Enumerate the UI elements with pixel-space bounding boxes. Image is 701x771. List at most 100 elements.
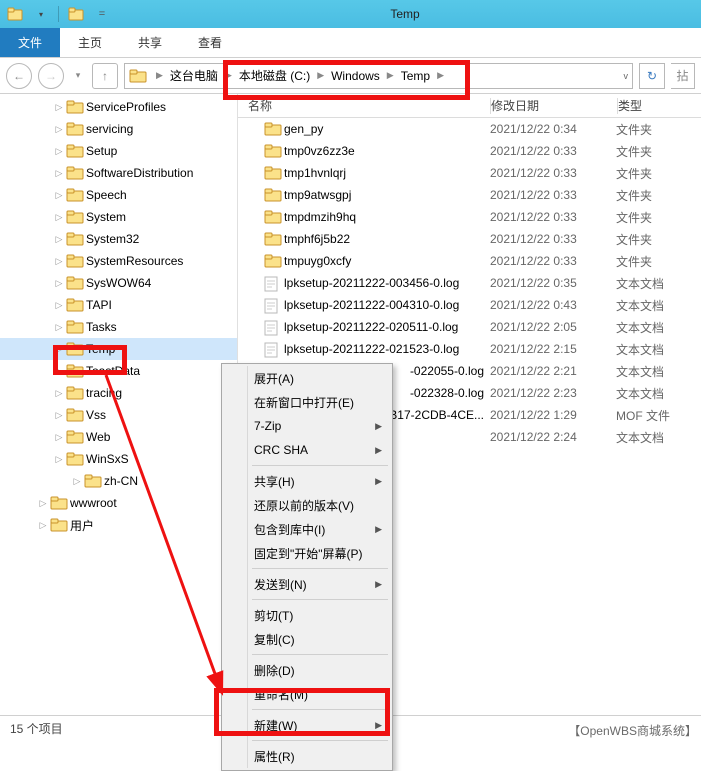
file-row[interactable]: tmp1hvnlqrj2021/12/22 0:33文件夹 (238, 162, 701, 184)
tree-item[interactable]: ▷用户 (0, 514, 237, 536)
expand-arrow-icon[interactable]: ▷ (52, 102, 66, 113)
file-row[interactable]: tmpdmzih9hq2021/12/22 0:33文件夹 (238, 206, 701, 228)
tree-item[interactable]: ▷Tasks (0, 316, 237, 338)
column-header-type[interactable]: 类型 (618, 97, 701, 114)
context-menu-item[interactable]: 发送到(N)▶ (224, 572, 390, 596)
search-input[interactable]: 拈 (671, 63, 695, 89)
tree-item[interactable]: ▷SoftwareDistribution (0, 162, 237, 184)
expand-arrow-icon[interactable]: ▷ (52, 454, 66, 465)
column-header-modified[interactable]: 修改日期 (491, 97, 617, 114)
tree-item[interactable]: ▷System32 (0, 228, 237, 250)
qat-dropdown-icon[interactable]: ▾ (30, 4, 52, 24)
file-row[interactable]: tmpuyg0xcfy2021/12/22 0:33文件夹 (238, 250, 701, 272)
expand-arrow-icon[interactable]: ▷ (52, 168, 66, 179)
context-menu-label: 在新窗口中打开(E) (254, 394, 354, 411)
tree-item[interactable]: ▷TAPI (0, 294, 237, 316)
nav-back-button[interactable]: ← (6, 63, 32, 89)
qat-customize-icon[interactable]: = (91, 4, 113, 24)
file-row[interactable]: lpksetup-20211222-003456-0.log2021/12/22… (238, 272, 701, 294)
context-menu-item[interactable]: 固定到"开始"屏幕(P) (224, 541, 390, 565)
context-menu-item[interactable]: 还原以前的版本(V) (224, 493, 390, 517)
tab-file[interactable]: 文件 (0, 28, 60, 57)
tab-view[interactable]: 查看 (180, 28, 240, 57)
context-menu-item[interactable]: CRC SHA▶ (224, 438, 390, 462)
expand-arrow-icon[interactable]: ▷ (36, 498, 50, 509)
tree-item[interactable]: ▷Vss (0, 404, 237, 426)
tree-item-label: Web (86, 430, 110, 444)
file-row[interactable]: lpksetup-20211222-004310-0.log2021/12/22… (238, 294, 701, 316)
expand-arrow-icon[interactable]: ▷ (52, 190, 66, 201)
tree-item[interactable]: ▷System (0, 206, 237, 228)
breadcrumb-segment[interactable]: 这台电脑 (168, 67, 220, 84)
expand-arrow-icon[interactable]: ▷ (36, 520, 50, 531)
context-menu-item[interactable]: 删除(D) (224, 658, 390, 682)
tree-item[interactable]: ▷servicing (0, 118, 237, 140)
navigation-tree[interactable]: ▷ServiceProfiles▷servicing▷Setup▷Softwar… (0, 94, 238, 715)
expand-arrow-icon[interactable]: ▷ (52, 146, 66, 157)
file-row[interactable]: tmp0vz6zz3e2021/12/22 0:33文件夹 (238, 140, 701, 162)
expand-arrow-icon[interactable]: ▷ (70, 476, 84, 487)
file-row[interactable]: gen_py2021/12/22 0:34文件夹 (238, 118, 701, 140)
expand-arrow-icon[interactable]: ▷ (52, 300, 66, 311)
expand-arrow-icon[interactable]: ▷ (52, 410, 66, 421)
expand-arrow-icon[interactable]: ▷ (52, 234, 66, 245)
chevron-right-icon[interactable]: ▶ (312, 70, 329, 81)
address-dropdown-icon[interactable]: v (624, 71, 629, 81)
context-menu-item[interactable]: 在新窗口中打开(E) (224, 390, 390, 414)
tree-item[interactable]: ▷SystemResources (0, 250, 237, 272)
context-menu-item[interactable]: 复制(C) (224, 627, 390, 651)
column-header-name[interactable]: 名称 (238, 97, 490, 114)
tree-item[interactable]: ▷WinSxS (0, 448, 237, 470)
chevron-right-icon[interactable]: ▶ (382, 70, 399, 81)
breadcrumb-segment[interactable]: Temp (399, 69, 432, 83)
breadcrumb-segment[interactable]: Windows (329, 69, 382, 83)
context-menu-item[interactable]: 包含到库中(I)▶ (224, 517, 390, 541)
tab-home[interactable]: 主页 (60, 28, 120, 57)
file-row[interactable]: lpksetup-20211222-020511-0.log2021/12/22… (238, 316, 701, 338)
context-menu-item[interactable]: 共享(H)▶ (224, 469, 390, 493)
context-menu-item[interactable]: 属性(R) (224, 744, 390, 768)
refresh-button[interactable]: ↻ (639, 63, 665, 89)
context-menu-item[interactable]: 展开(A) (224, 366, 390, 390)
chevron-right-icon[interactable]: ▶ (432, 70, 449, 81)
nav-forward-button[interactable]: → (38, 63, 64, 89)
tree-item[interactable]: ▷tracing (0, 382, 237, 404)
tree-item[interactable]: ▷ServiceProfiles (0, 96, 237, 118)
file-row[interactable]: lpksetup-20211222-021523-0.log2021/12/22… (238, 338, 701, 360)
tree-item[interactable]: ▷Speech (0, 184, 237, 206)
nav-up-button[interactable]: ↑ (92, 63, 118, 89)
qat-folder-icon[interactable] (65, 4, 87, 24)
tab-share[interactable]: 共享 (120, 28, 180, 57)
address-bar[interactable]: ▶ 这台电脑 ▶ 本地磁盘 (C:) ▶ Windows ▶ Temp ▶ v (124, 63, 633, 89)
tree-item[interactable]: ▷zh-CN (0, 470, 237, 492)
expand-arrow-icon[interactable]: ▷ (52, 278, 66, 289)
folder-icon (264, 254, 280, 268)
context-menu-item[interactable]: 重命名(M) (224, 682, 390, 706)
tree-item[interactable]: ▷wwwroot (0, 492, 237, 514)
context-menu: 展开(A) 在新窗口中打开(E) 7-Zip▶CRC SHA▶ 共享(H)▶还原以前的… (221, 363, 393, 771)
expand-arrow-icon[interactable]: ▷ (52, 256, 66, 267)
qat-explorer-icon[interactable] (4, 4, 26, 24)
chevron-right-icon[interactable]: ▶ (220, 70, 237, 81)
expand-arrow-icon[interactable]: ▷ (52, 366, 66, 377)
expand-arrow-icon[interactable]: ▷ (52, 322, 66, 333)
tree-item[interactable]: ▷Setup (0, 140, 237, 162)
context-menu-label: 包含到库中(I) (254, 521, 325, 538)
breadcrumb-segment[interactable]: 本地磁盘 (C:) (237, 67, 312, 84)
context-menu-item[interactable]: 新建(W)▶ (224, 713, 390, 737)
expand-arrow-icon[interactable]: ▷ (52, 344, 66, 355)
tree-item[interactable]: ▷ToastData (0, 360, 237, 382)
tree-item[interactable]: ▷Temp (0, 338, 237, 360)
file-row[interactable]: tmp9atwsgpj2021/12/22 0:33文件夹 (238, 184, 701, 206)
expand-arrow-icon[interactable]: ▷ (52, 124, 66, 135)
file-row[interactable]: tmphf6j5b222021/12/22 0:33文件夹 (238, 228, 701, 250)
expand-arrow-icon[interactable]: ▷ (52, 212, 66, 223)
context-menu-item[interactable]: 剪切(T) (224, 603, 390, 627)
recent-locations-dropdown[interactable]: ▾ (70, 70, 86, 81)
chevron-right-icon[interactable]: ▶ (151, 70, 168, 81)
expand-arrow-icon[interactable]: ▷ (52, 388, 66, 399)
tree-item[interactable]: ▷SysWOW64 (0, 272, 237, 294)
expand-arrow-icon[interactable]: ▷ (52, 432, 66, 443)
context-menu-item[interactable]: 7-Zip▶ (224, 414, 390, 438)
tree-item[interactable]: ▷ Web (0, 426, 237, 448)
